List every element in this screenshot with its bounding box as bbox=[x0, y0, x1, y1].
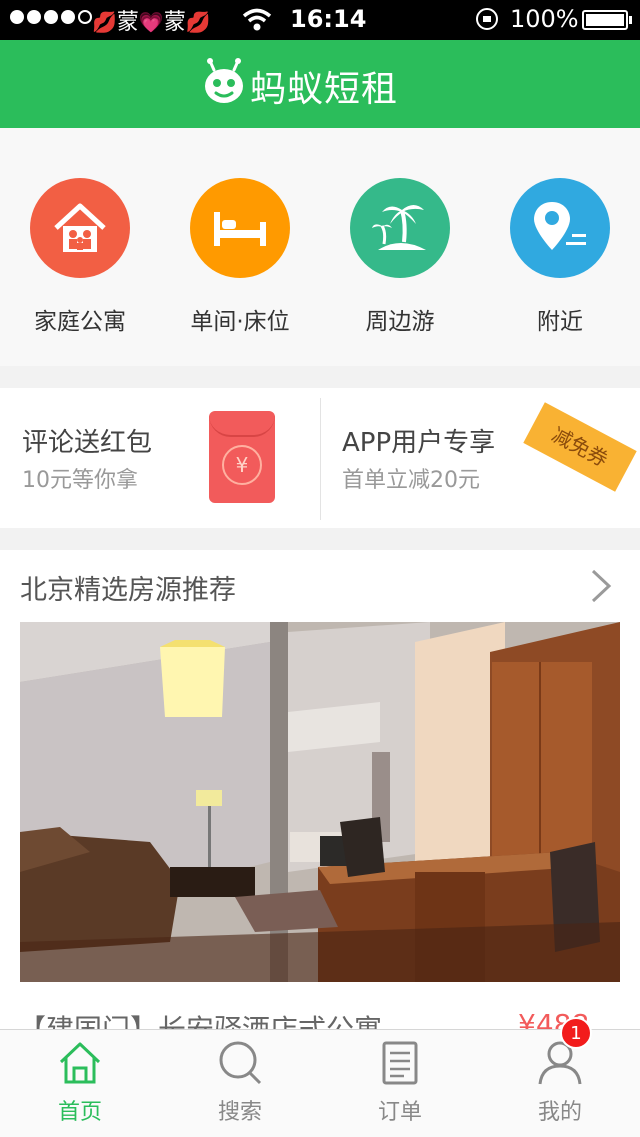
category-nearby[interactable]: 附近 bbox=[480, 178, 640, 348]
signal-strength-icon bbox=[10, 10, 92, 24]
category-label: 单间·床位 bbox=[190, 309, 290, 335]
bed-icon bbox=[190, 178, 290, 278]
tab-search[interactable]: 搜索 bbox=[160, 1040, 320, 1130]
ant-logo-icon bbox=[200, 58, 248, 106]
promo-review-subtitle: 10元等你拿 bbox=[22, 468, 138, 493]
battery-icon bbox=[582, 10, 628, 30]
divider bbox=[320, 398, 321, 520]
carrier-name: 💋蒙💗蒙💋 bbox=[92, 10, 211, 35]
promo-app-title[interactable]: APP用户专享 bbox=[342, 422, 495, 459]
tab-profile[interactable]: 我的 bbox=[480, 1040, 640, 1130]
category-label: 家庭公寓 bbox=[34, 309, 126, 335]
home-icon bbox=[59, 1042, 101, 1084]
location-pin-icon bbox=[510, 178, 610, 278]
tab-home[interactable]: 首页 bbox=[0, 1040, 160, 1130]
order-list-icon bbox=[382, 1041, 418, 1085]
promo-review-title[interactable]: 评论送红包 bbox=[22, 422, 152, 459]
category-single-room[interactable]: 单间·床位 bbox=[160, 178, 320, 348]
category-label: 附近 bbox=[537, 309, 583, 335]
category-label: 周边游 bbox=[365, 309, 435, 335]
tab-orders[interactable]: 订单 bbox=[320, 1040, 480, 1130]
tab-label: 我的 bbox=[537, 1100, 582, 1125]
section-title: 北京精选房源推荐 bbox=[20, 575, 236, 606]
rotation-lock-icon bbox=[476, 8, 498, 30]
listing-photo[interactable] bbox=[20, 622, 620, 982]
app-title: 蚂蚁短租 bbox=[250, 69, 399, 110]
tab-label: 搜索 bbox=[217, 1100, 262, 1125]
palm-island-icon bbox=[350, 178, 450, 278]
tab-label: 首页 bbox=[57, 1100, 102, 1125]
status-time: 16:14 bbox=[290, 5, 367, 33]
house-family-icon bbox=[30, 178, 130, 278]
category-nearby-trips[interactable]: 周边游 bbox=[320, 178, 480, 348]
yuan-coin-icon: ¥ bbox=[222, 445, 262, 485]
chevron-right-icon[interactable] bbox=[588, 568, 614, 608]
promo-app-subtitle: 首单立减20元 bbox=[342, 468, 480, 493]
wifi-icon bbox=[242, 8, 272, 36]
battery-percent: 100% bbox=[510, 5, 579, 33]
notification-badge: 1 bbox=[560, 1017, 592, 1049]
category-family-apartment[interactable]: 家庭公寓 bbox=[0, 178, 160, 348]
search-icon bbox=[219, 1041, 262, 1085]
tab-label: 订单 bbox=[377, 1100, 422, 1125]
